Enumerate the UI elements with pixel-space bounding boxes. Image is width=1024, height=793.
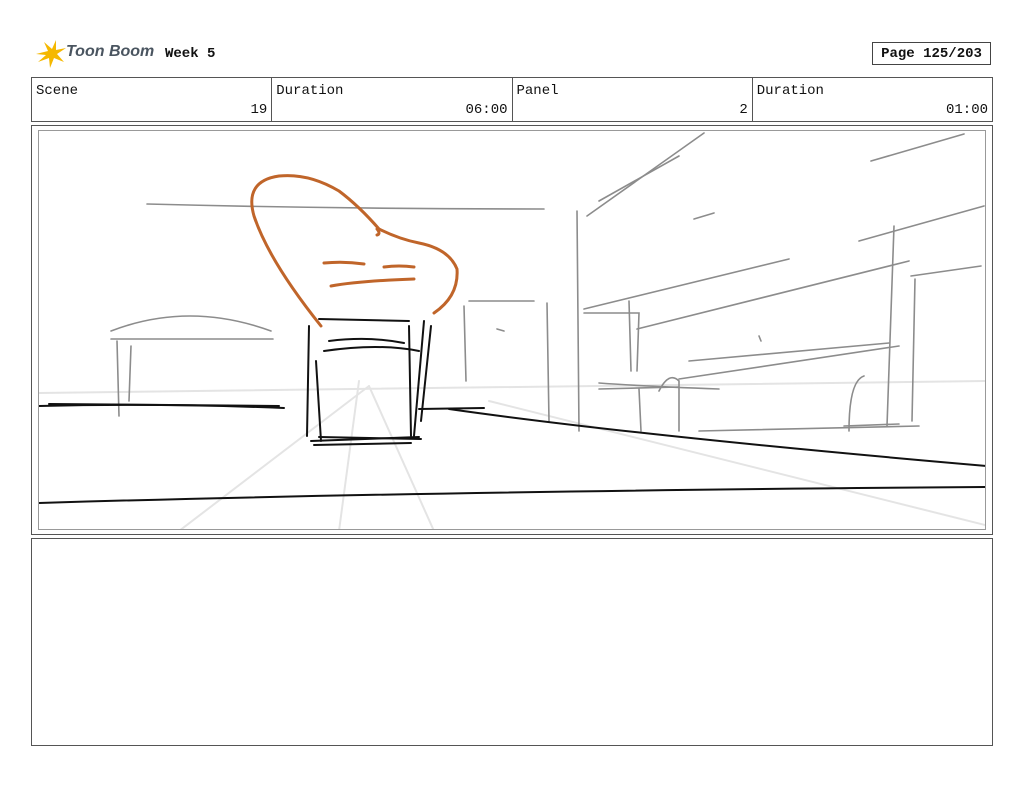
panel-duration-value: 01:00 <box>945 102 988 118</box>
panel-duration-label: Duration <box>756 83 824 99</box>
scene-cell: Scene 19 <box>32 78 273 121</box>
storyboard-panel <box>31 125 993 535</box>
scene-info-table: Scene 19 Duration 06:00 Panel 2 Duration… <box>31 77 993 122</box>
toon-boom-logo: Toon Boom <box>34 38 159 70</box>
scene-duration-value: 06:00 <box>465 102 508 118</box>
panel-sketch <box>39 132 985 529</box>
panel-cell: Panel 2 <box>513 78 753 121</box>
scene-label: Scene <box>36 83 79 99</box>
star-burst-icon <box>36 40 66 68</box>
logo-text: Toon Boom <box>66 43 155 60</box>
panel-duration-cell: Duration 01:00 <box>753 78 992 121</box>
character-sketch <box>250 174 459 328</box>
panel-label: Panel <box>516 83 559 99</box>
document-title: Week 5 <box>165 46 216 62</box>
scene-duration-cell: Duration 06:00 <box>272 78 513 121</box>
perspective-guides <box>39 380 985 529</box>
scene-duration-label: Duration <box>276 83 344 99</box>
page-number: Page 125/203 <box>872 42 991 65</box>
panel-value: 2 <box>739 102 748 118</box>
scene-value: 19 <box>250 102 268 118</box>
panel-drawing-area <box>38 130 986 530</box>
panel-notes-box <box>31 538 993 746</box>
